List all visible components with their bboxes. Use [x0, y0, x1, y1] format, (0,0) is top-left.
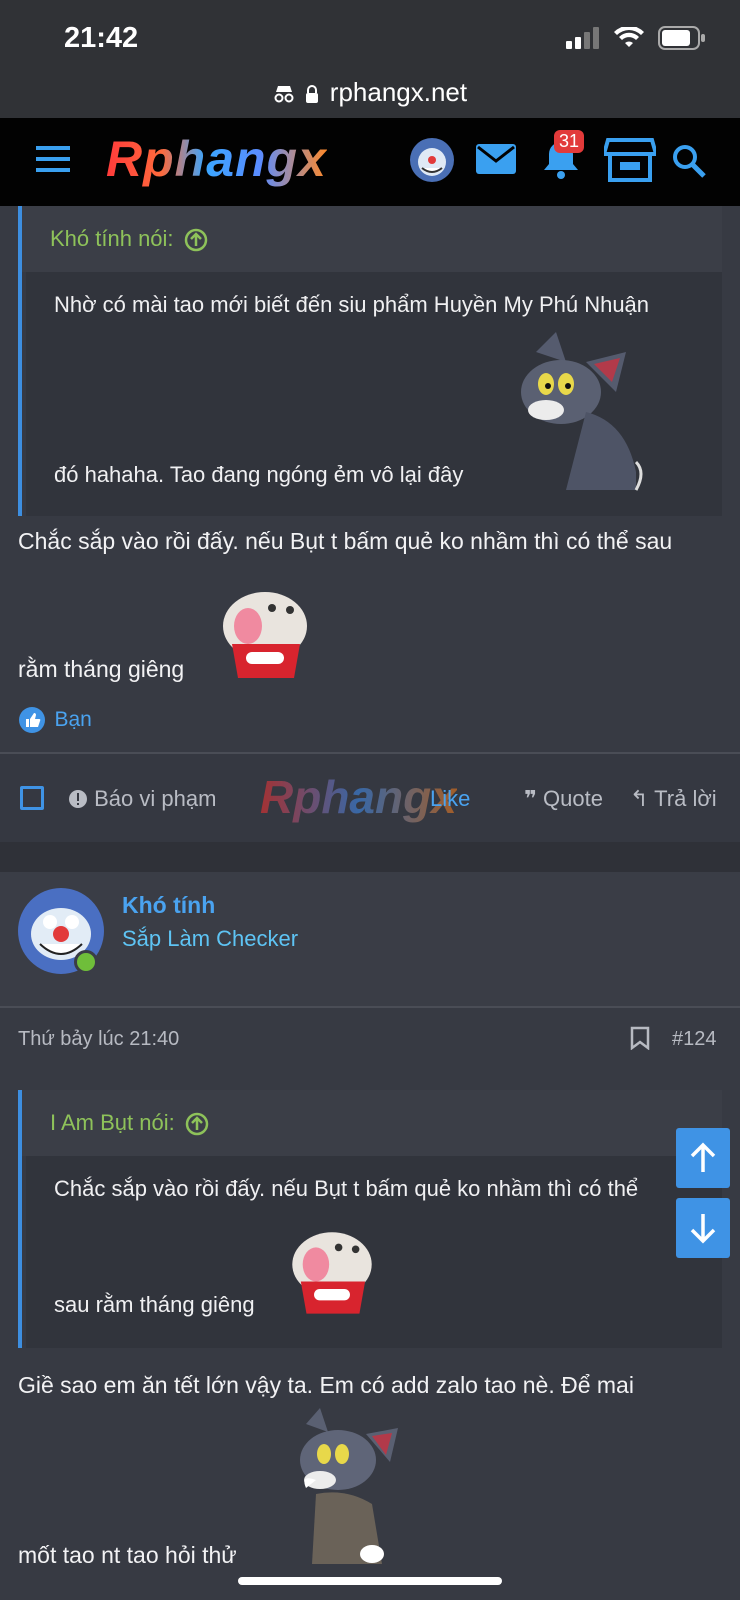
quote2-text-line2: sau rằm tháng giêng [54, 1292, 255, 1317]
cellular-signal-icon [566, 27, 599, 49]
site-logo[interactable]: Rphangx [106, 130, 327, 188]
tom-cat-thinking-sticker [300, 1408, 398, 1564]
select-checkbox[interactable] [20, 786, 44, 810]
post-user-title: Sắp Làm Checker [122, 926, 299, 951]
post2-text-line1: Giề sao em ăn tết lớn vậy ta. Em có add … [18, 1372, 634, 1398]
post-separator [0, 842, 740, 872]
reply-button[interactable]: ↰ Trả lời [630, 786, 717, 812]
notification-badge: 31 [554, 130, 585, 153]
reaction-summary[interactable]: Bạn [18, 706, 92, 734]
report-label: Báo vi phạm [94, 786, 217, 811]
user-divider [0, 1006, 740, 1008]
reply-icon: ↰ [630, 786, 649, 811]
post-number[interactable]: #124 [672, 1028, 717, 1051]
scroll-to-top-button[interactable] [676, 1128, 730, 1188]
yummy-cat-sticker [223, 592, 307, 678]
watermark-logo: Rphangx [260, 771, 457, 823]
lock-icon [305, 85, 319, 108]
like-reaction-icon [19, 707, 45, 733]
home-indicator[interactable] [238, 1577, 502, 1585]
quote-button[interactable]: ❞ Quote [524, 786, 603, 812]
report-button[interactable]: Báo vi phạm [68, 786, 216, 812]
user-avatar[interactable] [410, 138, 454, 182]
arrow-up-circle-icon[interactable] [184, 228, 208, 252]
arrow-down-icon [690, 1214, 716, 1244]
post-username[interactable]: Khó tính [122, 892, 215, 919]
quote-icon: ❞ [524, 786, 537, 811]
alert-icon [69, 790, 87, 808]
status-bar: 21:42 [0, 0, 740, 72]
quote-label: Quote [543, 786, 603, 811]
url-bar[interactable]: rphangx.net [0, 72, 740, 118]
post-text-line1: Chắc sắp vào rồi đấy. nếu Bụt t bấm quẻ … [18, 528, 673, 554]
reply-label: Trả lời [654, 786, 717, 811]
quote-author[interactable]: Khó tính nói: [50, 226, 174, 251]
post-user-info: Khó tính Sắp Làm Checker [0, 872, 740, 1006]
incognito-icon [273, 85, 295, 108]
post-actions: Báo vi phạm Rphangx Like ❞ Quote ↰ Trả l… [0, 754, 740, 842]
status-time: 21:42 [64, 22, 139, 54]
battery-icon [658, 26, 705, 50]
quote-text-line1: Nhờ có mài tao mới biết đến siu phẩm Huy… [54, 292, 650, 317]
online-status-dot [74, 950, 98, 974]
quote-content-2: Chắc sắp vào rồi đấy. nếu Bụt t bấm quẻ … [26, 1156, 722, 1348]
wifi-icon [614, 27, 644, 47]
store-icon[interactable] [604, 136, 656, 182]
post-quote-2: I Am Bụt nói: Chắc sắp vào rồi đấy. nếu … [18, 1090, 722, 1348]
bookmark-icon[interactable] [630, 1026, 650, 1050]
arrow-up-circle-icon[interactable] [185, 1112, 209, 1136]
site-navbar: Rphangx 31 [0, 118, 740, 206]
quote-text-line2: đó hahaha. Tao đang ngóng ẻm vô lại đây [54, 462, 464, 487]
search-icon[interactable] [672, 144, 706, 178]
mail-icon[interactable] [476, 144, 516, 174]
like-button[interactable]: Like [430, 786, 470, 812]
yummy-cat-sticker [292, 1232, 372, 1314]
url-text: rphangx.net [329, 77, 468, 107]
scroll-to-bottom-button[interactable] [676, 1198, 730, 1258]
quote-content: Nhờ có mài tao mới biết đến siu phẩm Huy… [26, 272, 722, 516]
post-text-line2: rằm tháng giêng [18, 656, 185, 682]
quote-header: Khó tính nói: [22, 206, 722, 272]
like-label: Like [430, 786, 471, 811]
post-quote: Khó tính nói: Nhờ có mài tao mới biết đế… [18, 206, 722, 516]
arrow-up-icon [690, 1142, 716, 1172]
reaction-label: Bạn [54, 708, 92, 731]
quote-header-2: I Am Bụt nói: [22, 1090, 722, 1156]
quote-author-2[interactable]: I Am Bụt nói: [50, 1110, 175, 1135]
quote2-text-line1: Chắc sắp vào rồi đấy. nếu Bụt t bấm quẻ … [54, 1176, 639, 1201]
post2-text-line2: mốt tao nt tao hỏi thử [18, 1542, 237, 1568]
tom-cat-sticker [521, 332, 643, 491]
post-timestamp[interactable]: Thứ bảy lúc 21:40 [18, 1028, 179, 1051]
menu-icon[interactable] [36, 146, 70, 172]
